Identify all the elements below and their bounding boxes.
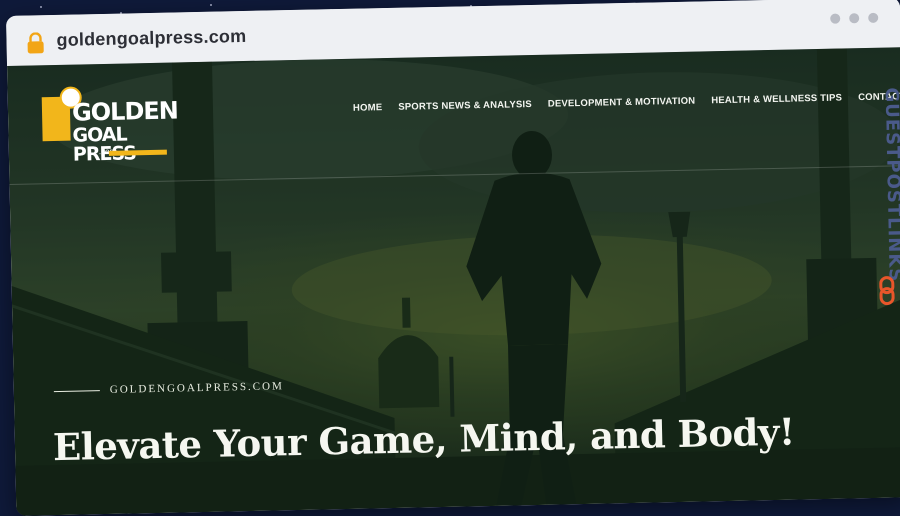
logo-text-golden: Golden <box>71 96 179 127</box>
lock-icon <box>27 32 44 54</box>
site-logo[interactable]: Golden Goal Press .com <box>41 85 178 172</box>
watermark-text: GUESTPOSTLINKS <box>880 87 900 283</box>
window-controls <box>830 12 879 24</box>
window-dot-icon[interactable] <box>849 13 860 24</box>
page-viewport: Golden Goal Press .com HOME SPORTS NEWS … <box>7 47 900 516</box>
logo-text-goal-press: Goal Press <box>72 123 137 166</box>
nav-item-home[interactable]: HOME <box>353 102 383 114</box>
chain-link-icon <box>879 276 895 306</box>
window-dot-icon[interactable] <box>868 12 879 23</box>
browser-window: goldengoalpress.com GOLDEN GOAL PRESS .c… <box>6 0 900 516</box>
address-bar-url[interactable]: goldengoalpress.com <box>56 26 246 51</box>
eyebrow-line <box>53 389 100 392</box>
window-dot-icon[interactable] <box>830 13 841 24</box>
